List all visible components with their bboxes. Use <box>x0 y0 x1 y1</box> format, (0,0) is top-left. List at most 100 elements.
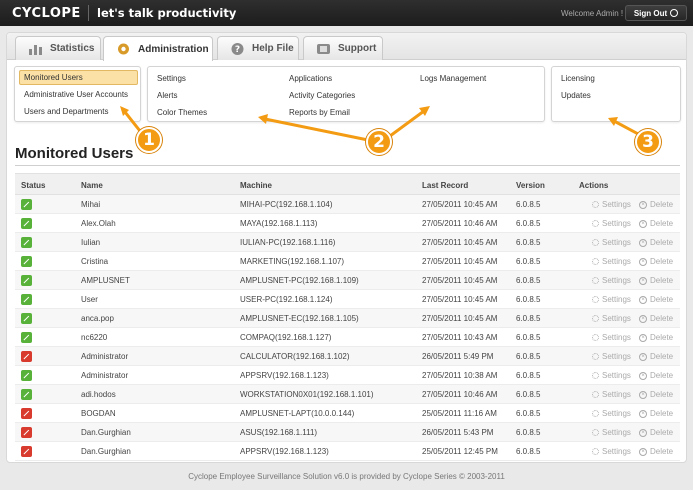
col-version: Version <box>516 181 545 190</box>
user-name: Administrator <box>81 352 129 361</box>
delete-action[interactable]: × Delete <box>639 409 673 418</box>
settings-action[interactable]: Settings <box>592 295 631 304</box>
delete-action[interactable]: × Delete <box>639 219 673 228</box>
gear-icon <box>592 239 599 246</box>
delete-action[interactable]: × Delete <box>639 295 673 304</box>
delete-icon: × <box>639 371 647 380</box>
gear-icon <box>592 391 599 398</box>
settings-action[interactable]: Settings <box>592 200 631 209</box>
delete-action[interactable]: × Delete <box>639 257 673 266</box>
user-name: anca.pop <box>81 314 114 323</box>
last-record: 27/05/2011 10:45 AM <box>422 200 498 209</box>
settings-label: Settings <box>602 428 631 437</box>
menu-logs-management[interactable]: Logs Management <box>420 74 486 83</box>
power-icon <box>670 9 679 17</box>
user-name: Mihai <box>81 200 101 209</box>
tab-label: Administration <box>138 43 209 55</box>
menu-activity-categories[interactable]: Activity Categories <box>289 91 355 100</box>
table-header: Status Name Machine Last Record Version … <box>15 173 680 195</box>
gear-icon <box>592 220 599 227</box>
gear-icon <box>592 410 599 417</box>
delete-action[interactable]: × Delete <box>639 447 673 456</box>
settings-label: Settings <box>602 200 631 209</box>
gear-icon <box>118 43 129 55</box>
tab-label: Support <box>338 43 377 54</box>
table-row: Alex.Olah MAYA(192.168.1.113) 27/05/2011 1… <box>15 214 680 233</box>
delete-action[interactable]: × Delete <box>639 333 673 342</box>
settings-action[interactable]: Settings <box>592 257 631 266</box>
settings-action[interactable]: Settings <box>592 333 631 342</box>
user-name: Dan.Gurghian <box>81 428 131 437</box>
delete-action[interactable]: × Delete <box>639 200 673 209</box>
machine-name: AMPLUSNET-PC(192.168.1.109) <box>240 276 359 285</box>
machine-name: MARKETING(192.168.1.107) <box>240 257 345 266</box>
settings-action[interactable]: Settings <box>592 219 631 228</box>
menu-updates[interactable]: Updates <box>561 91 591 100</box>
bar-chart-icon <box>29 44 42 55</box>
menu-settings[interactable]: Settings <box>157 74 186 83</box>
settings-action[interactable]: Settings <box>592 390 631 399</box>
delete-icon: × <box>639 447 647 456</box>
last-record: 27/05/2011 10:46 AM <box>422 219 498 228</box>
settings-action[interactable]: Settings <box>592 371 631 380</box>
tab-support[interactable]: Support <box>303 36 383 60</box>
settings-action[interactable]: Settings <box>592 352 631 361</box>
last-record: 27/05/2011 10:38 AM <box>422 371 498 380</box>
menu-monitored-users[interactable]: Monitored Users <box>19 70 138 85</box>
col-machine: Machine <box>240 181 273 190</box>
last-record: 27/05/2011 10:45 AM <box>422 238 498 247</box>
version: 6.0.8.5 <box>516 219 541 228</box>
user-name: User <box>81 295 98 304</box>
delete-action[interactable]: × Delete <box>639 238 673 247</box>
machine-name: AMPLUSNET-EC(192.168.1.105) <box>240 314 359 323</box>
menu-users-and-departments[interactable]: Users and Departments <box>24 107 108 116</box>
delete-label: Delete <box>650 200 674 209</box>
version: 6.0.8.5 <box>516 371 541 380</box>
delete-icon: × <box>639 295 647 304</box>
menu-color-themes[interactable]: Color Themes <box>157 108 207 117</box>
gear-icon <box>592 296 599 303</box>
delete-action[interactable]: × Delete <box>639 428 673 437</box>
settings-action[interactable]: Settings <box>592 276 631 285</box>
tab-administration[interactable]: Administration <box>103 36 213 61</box>
delete-icon: × <box>639 314 647 323</box>
last-record: 25/05/2011 12:45 PM <box>422 447 498 456</box>
delete-action[interactable]: × Delete <box>639 276 673 285</box>
machine-name: USER-PC(192.168.1.124) <box>240 295 333 304</box>
settings-label: Settings <box>602 295 631 304</box>
settings-action[interactable]: Settings <box>592 428 631 437</box>
menu-applications[interactable]: Applications <box>289 74 332 83</box>
delete-action[interactable]: × Delete <box>639 314 673 323</box>
tab-statistics[interactable]: Statistics <box>15 36 101 60</box>
settings-action[interactable]: Settings <box>592 447 631 456</box>
machine-name: CALCULATOR(192.168.1.102) <box>240 352 350 361</box>
settings-label: Settings <box>602 409 631 418</box>
menu-alerts[interactable]: Alerts <box>157 91 177 100</box>
status-online-icon <box>21 313 32 324</box>
machine-name: ASUS(192.168.1.111) <box>240 428 318 437</box>
settings-action[interactable]: Settings <box>592 238 631 247</box>
table-body: Mihai MIHAI-PC(192.168.1.104) 27/05/2011 1… <box>15 195 680 461</box>
submenu-group-users: Monitored Users Administrative User Acco… <box>14 66 141 122</box>
tab-label: Statistics <box>50 43 95 54</box>
delete-action[interactable]: × Delete <box>639 390 673 399</box>
settings-label: Settings <box>602 314 631 323</box>
sign-out-button[interactable]: Sign Out <box>625 5 687 21</box>
last-record: 26/05/2011 5:43 PM <box>422 428 494 437</box>
version: 6.0.8.5 <box>516 295 541 304</box>
delete-action[interactable]: × Delete <box>639 352 673 361</box>
gear-icon <box>592 258 599 265</box>
menu-licensing[interactable]: Licensing <box>561 74 595 83</box>
version: 6.0.8.5 <box>516 428 541 437</box>
tab-help-file[interactable]: ? Help File <box>217 36 299 60</box>
menu-administrative-user-accounts[interactable]: Administrative User Accounts <box>24 90 128 99</box>
menu-reports-by-email[interactable]: Reports by Email <box>289 108 350 117</box>
delete-icon: × <box>639 276 647 285</box>
last-record: 27/05/2011 10:45 AM <box>422 276 498 285</box>
status-online-icon <box>21 332 32 343</box>
settings-action[interactable]: Settings <box>592 409 631 418</box>
delete-icon: × <box>639 428 647 437</box>
delete-label: Delete <box>650 428 674 437</box>
settings-action[interactable]: Settings <box>592 314 631 323</box>
delete-action[interactable]: × Delete <box>639 371 673 380</box>
